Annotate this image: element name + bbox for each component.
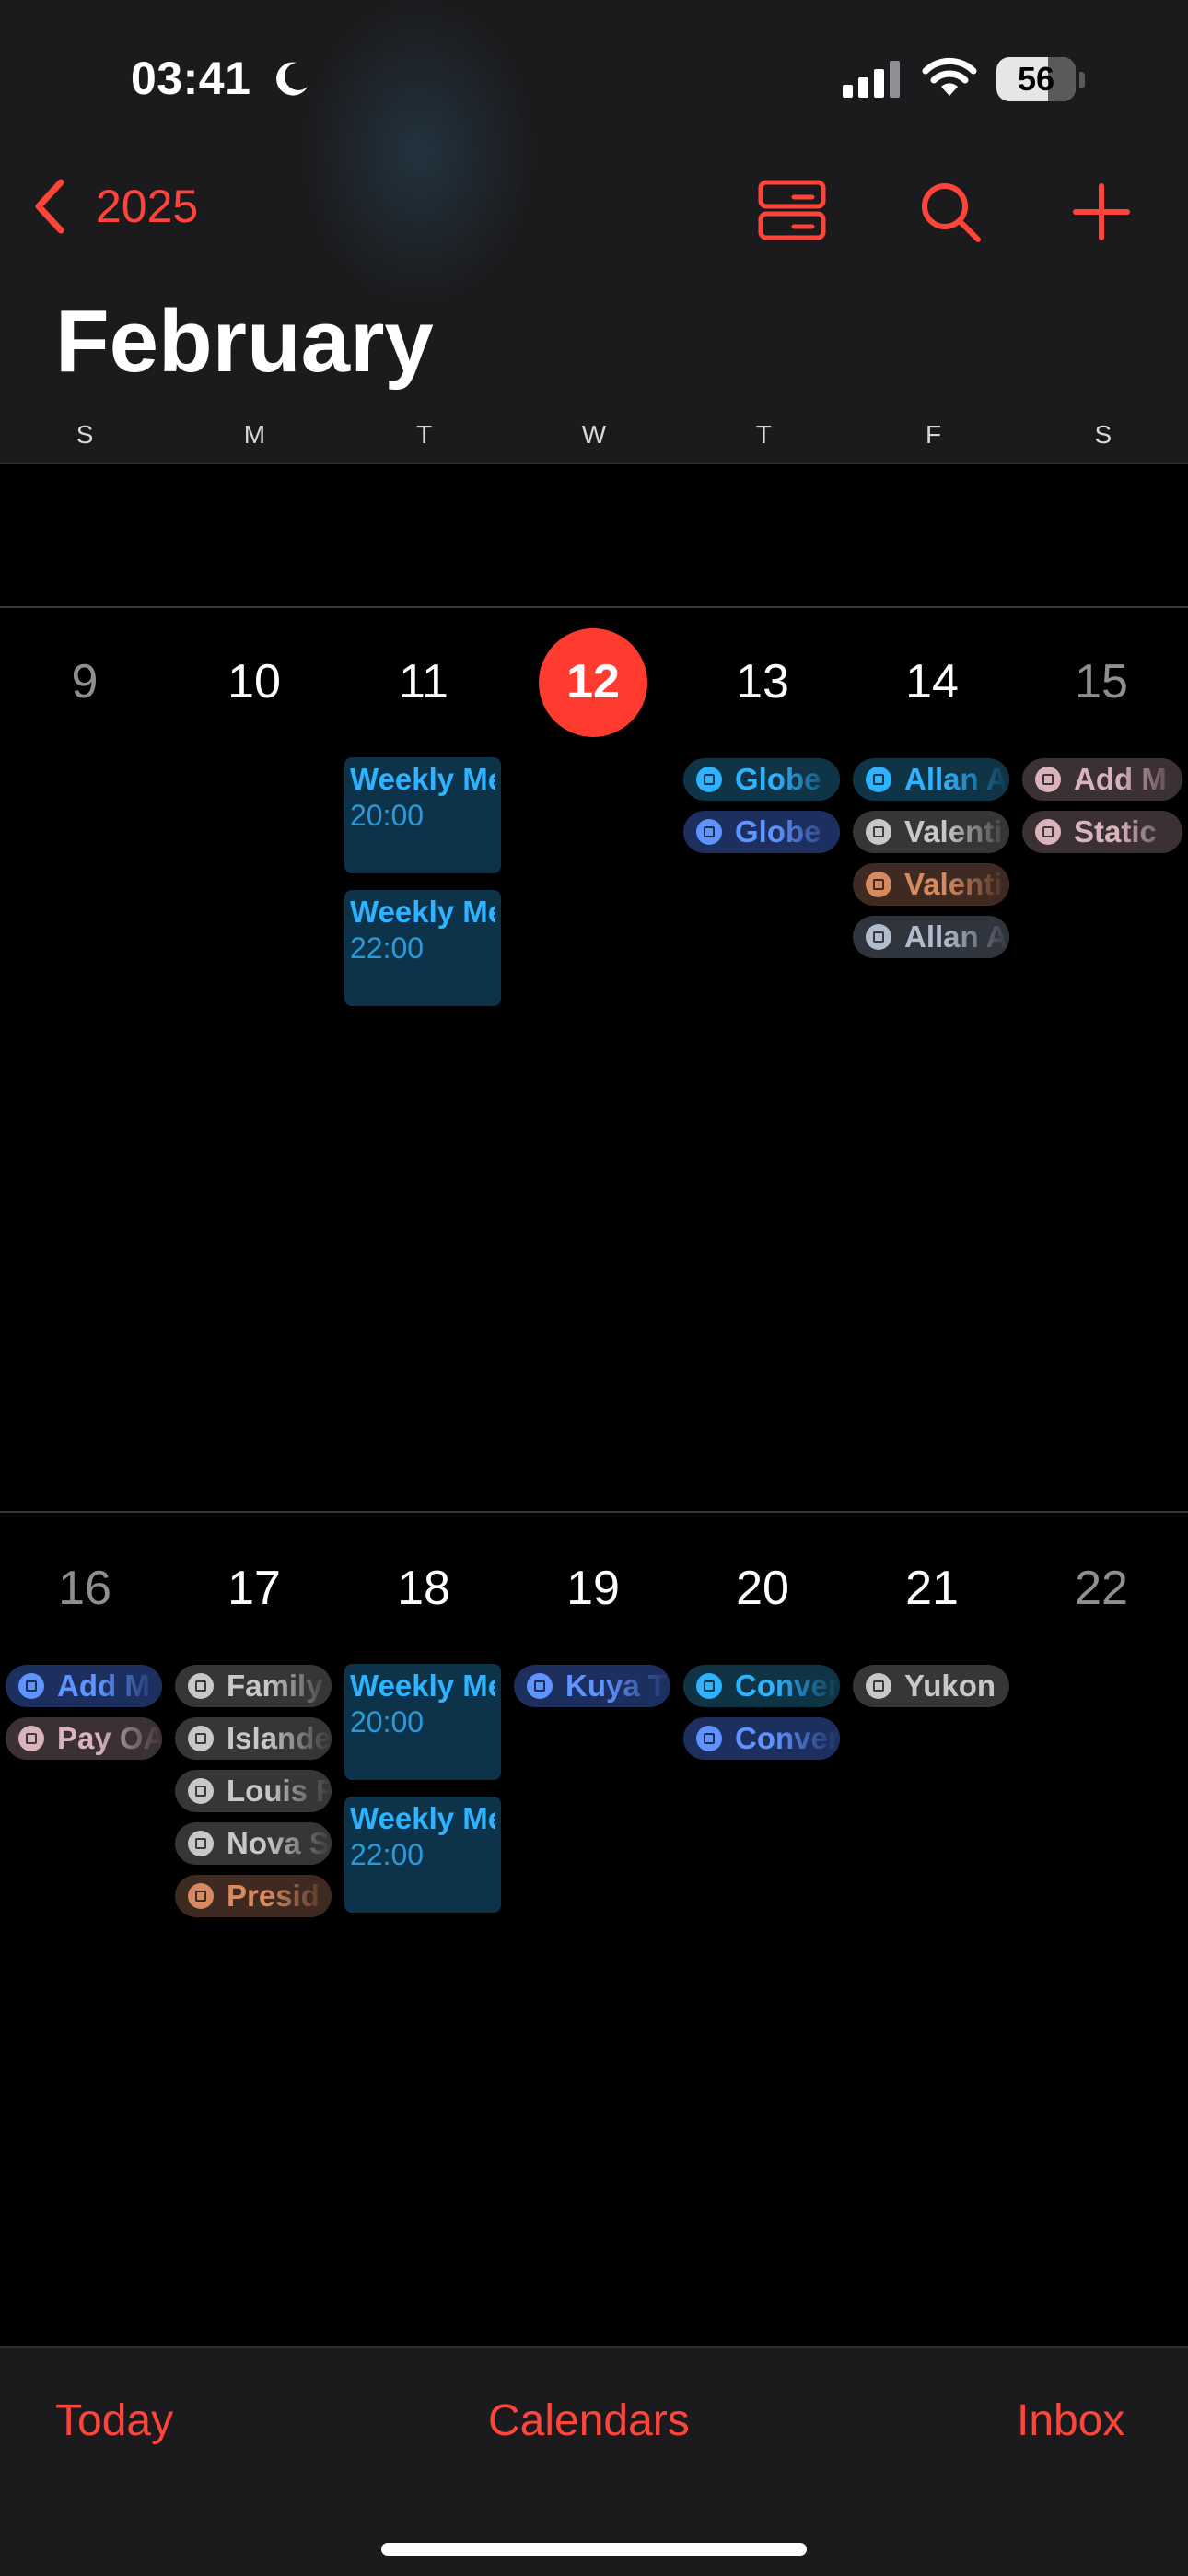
- calendar-icon: [188, 1673, 214, 1699]
- event-chip[interactable]: Islande: [175, 1717, 332, 1760]
- weekday-label: T: [755, 420, 772, 449]
- today-button[interactable]: Today: [55, 2395, 173, 2446]
- event-chip[interactable]: Kuya T: [514, 1665, 670, 1707]
- event-time: 20:00: [350, 1705, 425, 1739]
- event-title: Weekly Meeting...: [350, 1669, 495, 1703]
- day-number[interactable]: 20: [678, 1561, 847, 1616]
- event-time: 20:00: [350, 799, 425, 832]
- status-time: 03:41: [131, 53, 251, 104]
- calendar-icon: [866, 872, 891, 897]
- back-label: 2025: [96, 181, 199, 232]
- event-chip[interactable]: Presid: [175, 1875, 332, 1917]
- event-chip[interactable]: Family: [175, 1665, 332, 1707]
- event-chip[interactable]: Allan A: [853, 916, 1009, 958]
- calendar-icon: [866, 767, 891, 792]
- day-number-today[interactable]: 12: [508, 654, 678, 709]
- battery-icon: 56: [996, 57, 1076, 101]
- weekday-label: T: [416, 420, 433, 449]
- event-chip[interactable]: Yukon: [853, 1665, 1009, 1707]
- event-chip[interactable]: Valenti: [853, 863, 1009, 906]
- event-chip[interactable]: Pay OA: [6, 1717, 162, 1760]
- event-block[interactable]: Weekly Meeting... 20:00: [344, 757, 501, 873]
- back-to-year-button[interactable]: 2025: [31, 177, 198, 236]
- calendar-icon: [696, 1726, 722, 1751]
- event-block[interactable]: Weekly Meeting... 20:00: [344, 1664, 501, 1780]
- weekday-label: S: [76, 420, 94, 449]
- header-glow: [304, 0, 534, 304]
- weekday-label: S: [1094, 420, 1112, 449]
- moon-icon: [276, 62, 308, 96]
- chevron-left-icon: [35, 179, 64, 234]
- day-number[interactable]: 14: [847, 654, 1017, 709]
- event-title: Yukon: [904, 1669, 996, 1703]
- calendar-icon: [696, 819, 722, 845]
- event-chip[interactable]: Add M: [1022, 758, 1182, 801]
- calendar-icon: [188, 1883, 214, 1909]
- event-title: Weekly Meeting...: [350, 1801, 495, 1835]
- weekday-label: W: [581, 420, 607, 449]
- home-indicator[interactable]: [381, 2543, 807, 2556]
- search-icon[interactable]: [914, 175, 987, 249]
- day-number[interactable]: 22: [1017, 1561, 1186, 1616]
- calendar-icon: [18, 1726, 44, 1751]
- event-chip[interactable]: Globe: [683, 758, 840, 801]
- event-chip[interactable]: Globe: [683, 811, 840, 853]
- month-title: February: [55, 292, 434, 391]
- day-number[interactable]: 17: [169, 1561, 339, 1616]
- day-number[interactable]: 9: [0, 654, 169, 709]
- day-number[interactable]: 21: [847, 1561, 1017, 1616]
- day-number[interactable]: 18: [339, 1561, 508, 1616]
- weekday-label: F: [925, 420, 942, 449]
- event-chip[interactable]: Conver: [683, 1665, 840, 1707]
- event-block[interactable]: Weekly Meeting... 22:00: [344, 1797, 501, 1913]
- calendar-icon: [527, 1673, 553, 1699]
- header-divider: [0, 463, 1188, 464]
- calendars-button[interactable]: Calendars: [488, 2395, 690, 2446]
- week-divider: [0, 1511, 1188, 1513]
- weekday-label: M: [243, 420, 266, 449]
- event-chip[interactable]: Louis F: [175, 1770, 332, 1812]
- day-number[interactable]: 19: [508, 1561, 678, 1616]
- calendar-icon: [866, 1673, 891, 1699]
- bottom-toolbar: [0, 2346, 1188, 2576]
- day-number[interactable]: 13: [678, 654, 847, 709]
- event-chip[interactable]: Conver: [683, 1717, 840, 1760]
- inbox-button[interactable]: Inbox: [1017, 2395, 1124, 2446]
- calendar-icon: [866, 819, 891, 845]
- event-chip[interactable]: Valenti: [853, 811, 1009, 853]
- day-number[interactable]: 15: [1017, 654, 1186, 709]
- calendar-icon: [188, 1831, 214, 1856]
- calendar-icon: [18, 1673, 44, 1699]
- battery-cap: [1079, 72, 1085, 88]
- calendar-icon: [188, 1726, 214, 1751]
- battery-percentage: 56: [1017, 60, 1055, 98]
- gift-icon: [866, 924, 891, 950]
- calendar-icon: [696, 767, 722, 792]
- event-chip[interactable]: Static: [1022, 811, 1182, 853]
- plus-icon[interactable]: [1065, 175, 1138, 249]
- calendar-icon: [696, 1673, 722, 1699]
- event-block[interactable]: Weekly Meeting... 22:00: [344, 890, 501, 1006]
- weekday-header: S M T W T F S: [0, 420, 1188, 463]
- event-title: Weekly Meeting...: [350, 895, 495, 929]
- day-number[interactable]: 16: [0, 1561, 169, 1616]
- day-number[interactable]: 10: [169, 654, 339, 709]
- event-chip[interactable]: Add M: [6, 1665, 162, 1707]
- calendar-icon: [188, 1778, 214, 1804]
- event-time: 22:00: [350, 1838, 425, 1871]
- event-chip[interactable]: Nova S: [175, 1822, 332, 1865]
- calendar-icon: [1035, 767, 1061, 792]
- calendar-icon: [1035, 819, 1061, 845]
- event-title: Weekly Meeting...: [350, 762, 495, 796]
- day-number[interactable]: 11: [339, 654, 508, 709]
- cellular-signal-icon: [843, 61, 900, 98]
- week-divider: [0, 606, 1188, 608]
- wifi-icon: [922, 57, 977, 96]
- event-time: 22:00: [350, 931, 425, 965]
- list-view-icon[interactable]: [755, 175, 829, 249]
- event-chip[interactable]: Allan A: [853, 758, 1009, 801]
